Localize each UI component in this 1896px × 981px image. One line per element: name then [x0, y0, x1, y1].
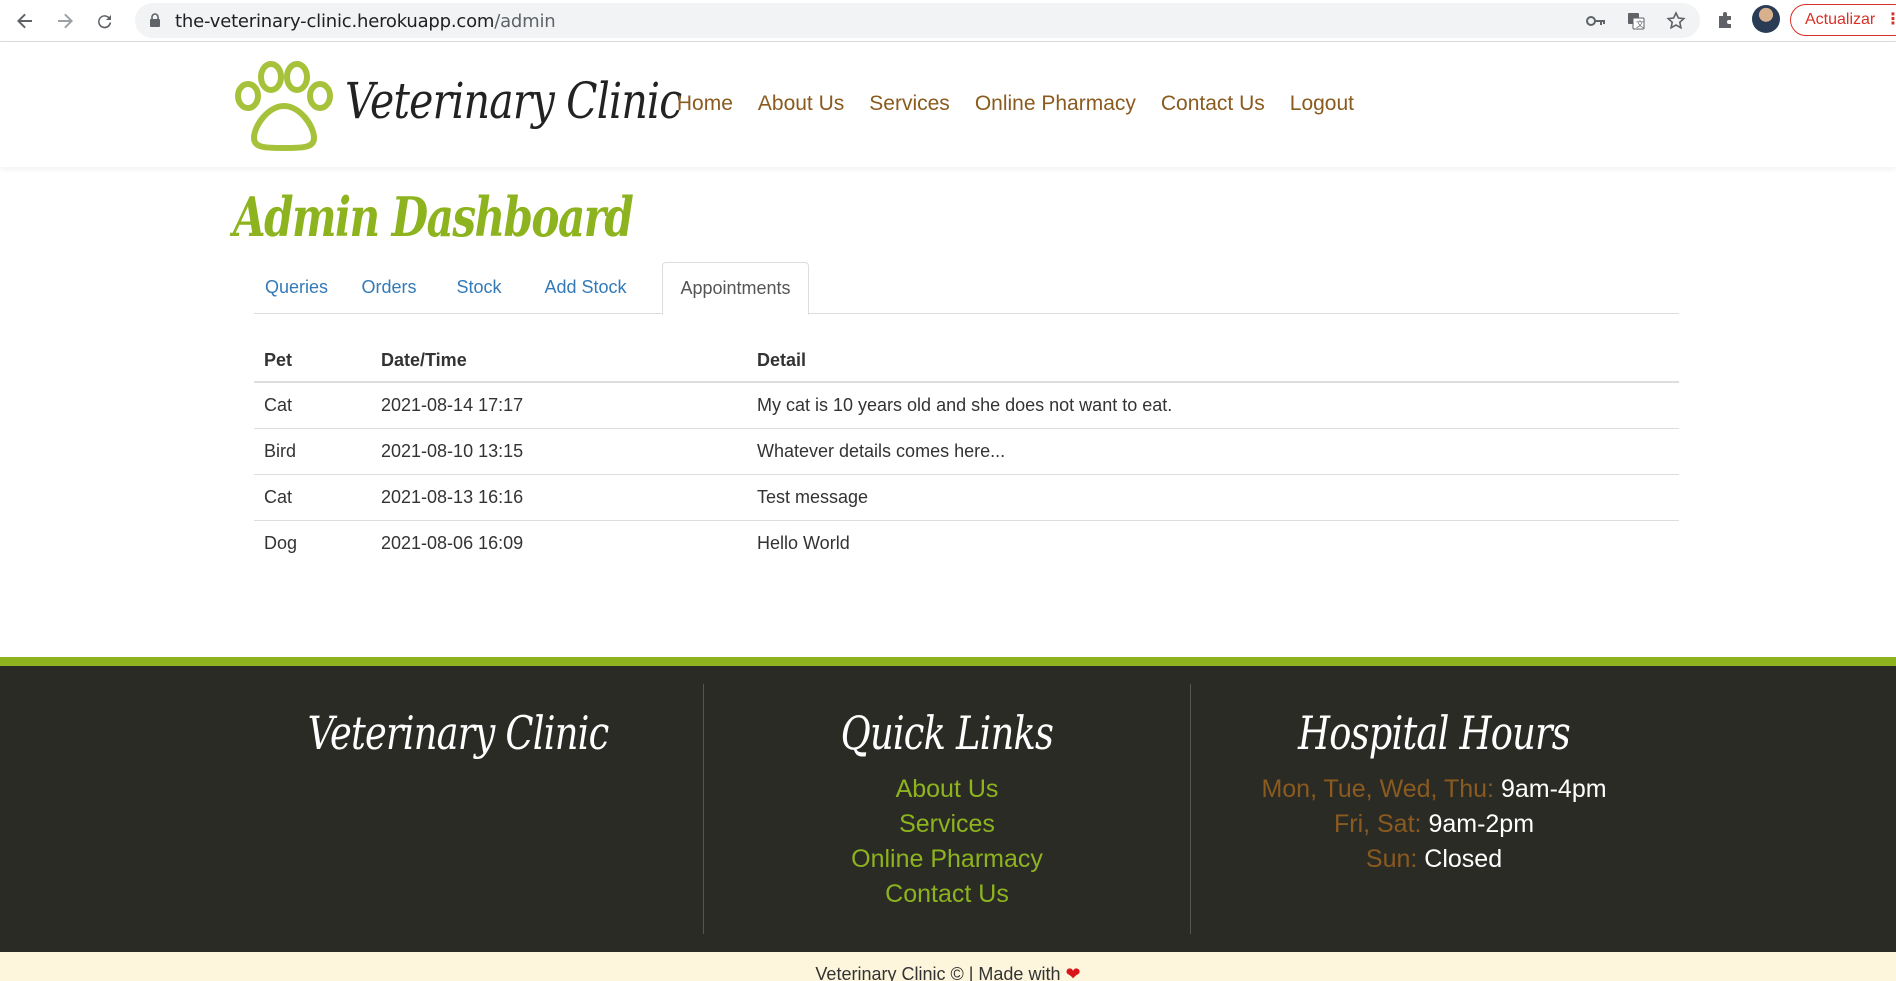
page-title: Admin Dashboard	[233, 185, 634, 249]
svg-text:文: 文	[1636, 19, 1644, 29]
url-text: the-veterinary-clinic.herokuapp.com/admi…	[175, 11, 556, 32]
column-header-detail: Detail	[747, 340, 1679, 383]
column-header-datetime: Date/Time	[371, 340, 747, 383]
more-menu-icon[interactable]: ⋮	[1885, 5, 1896, 35]
nav-services[interactable]: Services	[869, 92, 950, 116]
cell-pet: Dog	[254, 520, 371, 566]
heart-icon: ❤	[1065, 964, 1081, 981]
cell-pet: Cat	[254, 474, 371, 521]
nav-online-pharmacy[interactable]: Online Pharmacy	[975, 92, 1136, 116]
admin-tabs: Queries Orders Stock Add Stock Appointme…	[254, 262, 1679, 315]
hours-time: 9am-4pm	[1500, 775, 1607, 803]
cell-detail: Hello World	[747, 520, 1679, 566]
bookmark-star-icon[interactable]	[1665, 11, 1687, 31]
hours-time: 9am-2pm	[1428, 810, 1535, 838]
forward-arrow-icon[interactable]	[50, 6, 80, 36]
footer-brand-column: Veterinary Clinic	[215, 706, 701, 772]
extensions-puzzle-icon[interactable]	[1712, 6, 1740, 34]
cell-datetime: 2021-08-06 16:09	[371, 520, 747, 566]
cell-datetime: 2021-08-10 13:15	[371, 428, 747, 475]
table-row: Bird 2021-08-10 13:15 Whatever details c…	[254, 428, 1679, 475]
nav-contact-us[interactable]: Contact Us	[1161, 92, 1265, 116]
tab-appointments[interactable]: Appointments	[662, 262, 809, 315]
footer-link-online-pharmacy[interactable]: Online Pharmacy	[704, 842, 1190, 877]
update-browser-button[interactable]: Actualizar ⋮	[1790, 4, 1896, 36]
paw-logo-icon[interactable]	[233, 60, 335, 157]
table-row: Dog 2021-08-06 16:09 Hello World	[254, 520, 1679, 566]
copyright-text: Veterinary Clinic © | Made with	[815, 964, 1061, 981]
address-bar[interactable]: the-veterinary-clinic.herokuapp.com/admi…	[135, 3, 1700, 38]
cell-detail: My cat is 10 years old and she does not …	[757, 395, 1173, 415]
footer-hospital-hours: Hospital Hours Mon, Tue, Wed, Thu: 9am-4…	[1191, 706, 1677, 877]
table-row: Cat 2021-08-14 17:17 My cat is 10 years …	[254, 382, 1679, 429]
profile-avatar[interactable]	[1752, 5, 1780, 33]
footer-link-contact-us[interactable]: Contact Us	[704, 877, 1190, 912]
nav-home[interactable]: Home	[677, 92, 733, 116]
hours-row: Fri, Sat: 9am-2pm	[1191, 807, 1677, 842]
tab-queries[interactable]: Queries	[254, 262, 339, 314]
footer-link-about-us[interactable]: About Us	[704, 772, 1190, 807]
table-header-row: Pet Date/Time Detail	[254, 340, 1679, 383]
footer-quick-links: Quick Links About Us Services Online Pha…	[704, 706, 1190, 912]
reload-icon[interactable]	[90, 6, 120, 36]
hours-time: Closed	[1424, 845, 1503, 873]
footer-link-services[interactable]: Services	[704, 807, 1190, 842]
cell-datetime: 2021-08-13 16:16	[371, 474, 747, 521]
cell-detail: Test message	[747, 474, 1679, 521]
cell-datetime: 2021-08-14 17:17	[381, 395, 524, 415]
key-icon[interactable]	[1585, 11, 1607, 31]
footer-accent-bar	[0, 657, 1896, 666]
back-arrow-icon[interactable]	[10, 6, 40, 36]
hours-row: Sun: Closed	[1191, 842, 1677, 877]
hours-row: Mon, Tue, Wed, Thu: 9am-4pm	[1191, 772, 1677, 807]
column-header-pet: Pet	[254, 340, 371, 383]
hours-days: Sun:	[1365, 845, 1418, 873]
nav-logout[interactable]: Logout	[1290, 92, 1354, 116]
quick-links-title: Quick Links	[840, 706, 1054, 760]
browser-toolbar: the-veterinary-clinic.herokuapp.com/admi…	[0, 0, 1896, 42]
lock-icon	[149, 13, 161, 32]
copyright-bar: Veterinary Clinic © | Made with ❤	[0, 952, 1896, 981]
appointments-table: Pet Date/Time Detail Cat 2021-08-14 17:1…	[254, 340, 1679, 566]
hours-days: Fri, Sat:	[1333, 810, 1422, 838]
tab-orders[interactable]: Orders	[339, 262, 439, 314]
site-header: Veterinary Clinic Home About Us Services…	[0, 42, 1896, 167]
cell-pet: Cat	[264, 395, 293, 415]
footer-brand: Veterinary Clinic	[307, 706, 610, 760]
nav-about-us[interactable]: About Us	[758, 92, 844, 116]
brand-name[interactable]: Veterinary Clinic	[345, 72, 682, 130]
tab-add-stock[interactable]: Add Stock	[519, 262, 652, 314]
cell-pet: Bird	[254, 428, 371, 475]
site-footer: Veterinary Clinic Quick Links About Us S…	[0, 666, 1896, 952]
tab-stock[interactable]: Stock	[439, 262, 519, 314]
cell-detail: Whatever details comes here...	[747, 428, 1679, 475]
hours-days: Mon, Tue, Wed, Thu:	[1261, 775, 1494, 803]
translate-icon[interactable]: 文	[1625, 11, 1647, 31]
main-nav: Home About Us Services Online Pharmacy C…	[652, 92, 1354, 116]
table-row: Cat 2021-08-13 16:16 Test message	[254, 474, 1679, 521]
hospital-hours-title: Hospital Hours	[1298, 706, 1571, 760]
